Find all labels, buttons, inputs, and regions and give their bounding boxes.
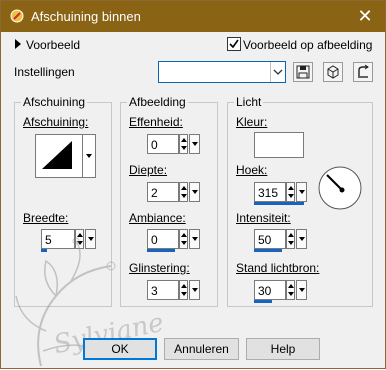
ambience-label: Ambiance: — [129, 211, 186, 225]
elevation-level-bar — [254, 300, 272, 303]
cancel-button[interactable]: Annuleren — [164, 338, 239, 360]
settings-combo[interactable] — [158, 61, 286, 83]
intensity-label: Intensiteit: — [236, 211, 291, 225]
close-icon[interactable]: ✕ — [355, 7, 375, 27]
depth-dropdown[interactable] — [189, 182, 200, 202]
ambience-dropdown[interactable] — [189, 229, 200, 249]
randomize-button[interactable] — [323, 62, 343, 82]
dice-icon — [327, 65, 339, 79]
angle-spinner[interactable]: 315 — [254, 182, 309, 205]
expand-triangle-icon[interactable] — [14, 39, 22, 49]
depth-value: 2 — [151, 186, 158, 200]
color-label: Kleur: — [236, 115, 268, 129]
depth-spinner[interactable]: 2 — [147, 182, 202, 202]
intensity-updown[interactable] — [286, 229, 295, 249]
width-label: Breedte: — [23, 211, 69, 225]
shininess-updown[interactable] — [179, 280, 188, 300]
chevron-down-icon[interactable] — [270, 62, 285, 82]
bevel-shape-dropdown[interactable] — [83, 134, 96, 178]
light-group-legend: Licht — [234, 95, 264, 109]
intensity-dropdown[interactable] — [296, 229, 307, 249]
elevation-field[interactable]: 30 — [254, 280, 286, 300]
ambience-updown[interactable] — [179, 229, 188, 249]
preview-label[interactable]: Voorbeeld — [26, 38, 80, 52]
angle-value: 315 — [258, 186, 279, 200]
smoothness-dropdown[interactable] — [189, 134, 200, 154]
smoothness-value: 0 — [151, 138, 158, 152]
smoothness-updown[interactable] — [179, 134, 188, 154]
elevation-dropdown[interactable] — [296, 280, 307, 300]
help-button[interactable]: Help — [246, 338, 320, 360]
save-preset-button[interactable] — [293, 62, 313, 82]
preview-on-image-label: Voorbeeld op afbeelding — [243, 38, 373, 52]
intensity-field[interactable]: 50 — [254, 229, 286, 249]
depth-updown[interactable] — [179, 182, 188, 202]
bevel-shape-icon — [42, 141, 72, 169]
image-group-legend: Afbeelding — [127, 95, 188, 109]
reset-icon — [358, 64, 369, 78]
app-icon — [10, 9, 24, 23]
angle-dropdown[interactable] — [296, 182, 307, 202]
angle-label: Hoek: — [236, 163, 268, 177]
elevation-label: Stand lichtbron: — [236, 261, 320, 275]
intensity-spinner[interactable]: 50 — [254, 229, 309, 252]
angle-level-bar — [254, 202, 304, 205]
preview-on-image-checkbox[interactable] — [227, 37, 241, 51]
elevation-updown[interactable] — [286, 280, 295, 300]
chevron-down-icon — [86, 154, 92, 158]
smoothness-spinner[interactable]: 0 — [147, 134, 202, 154]
shininess-dropdown[interactable] — [189, 280, 200, 300]
reset-button[interactable] — [353, 62, 373, 82]
smoothness-label: Effenheid: — [129, 115, 183, 129]
depth-label: Diepte: — [129, 163, 168, 177]
window-title: Afschuining binnen — [31, 9, 141, 24]
intensity-value: 50 — [258, 233, 272, 247]
save-icon — [296, 65, 310, 79]
elevation-value: 30 — [258, 284, 272, 298]
angle-field[interactable]: 315 — [254, 182, 286, 202]
light-color-swatch[interactable] — [254, 132, 304, 158]
dialog-window: Afschuining binnen ✕ Voorbeeld Voorbeeld… — [0, 0, 386, 369]
bevel-label: Afschuining: — [23, 115, 89, 129]
ok-button[interactable]: OK — [83, 338, 157, 360]
title-bar: Afschuining binnen ✕ — [1, 1, 385, 32]
smoothness-field[interactable]: 0 — [147, 134, 179, 154]
settings-label: Instellingen — [14, 65, 75, 79]
angle-dial[interactable] — [317, 165, 363, 211]
angle-updown[interactable] — [286, 182, 295, 202]
bevel-group-legend: Afschuining — [21, 95, 88, 109]
elevation-spinner[interactable]: 30 — [254, 280, 309, 303]
depth-field[interactable]: 2 — [147, 182, 179, 202]
intensity-level-bar — [254, 249, 282, 252]
checkmark-icon — [229, 39, 239, 49]
bevel-shape-picker[interactable] — [35, 134, 83, 178]
